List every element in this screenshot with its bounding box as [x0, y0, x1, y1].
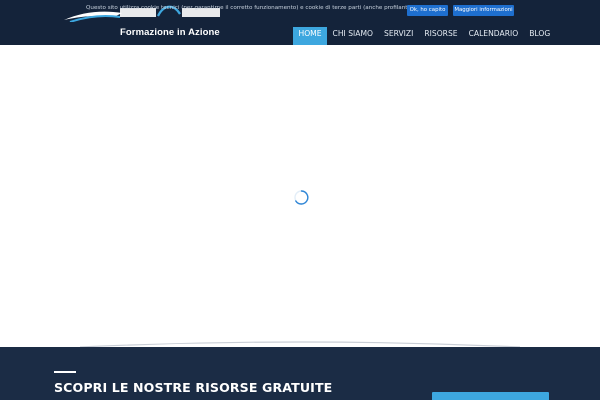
- resources-section-title: SCOPRI LE NOSTRE RISORSE GRATUITE: [54, 380, 333, 395]
- spinner-icon: [294, 190, 309, 205]
- nav-item-servizi[interactable]: SERVIZI: [379, 27, 419, 45]
- cookie-banner-text: Questo sito utilizza cookie tecnici (per…: [86, 5, 412, 11]
- section-accent-line: [54, 371, 76, 373]
- nav-item-blog[interactable]: BLOG: [524, 27, 556, 45]
- site-header: Formazione in Azione Questo sito utilizz…: [0, 0, 600, 45]
- resources-section: SCOPRI LE NOSTRE RISORSE GRATUITE: [0, 347, 600, 400]
- nav-item-risorse[interactable]: RISORSE: [419, 27, 463, 45]
- nav-item-home[interactable]: HOME: [293, 27, 328, 45]
- main-navigation: HOME CHI SIAMO SERVIZI RISORSE CALENDARI…: [293, 27, 556, 45]
- cookie-more-info-button[interactable]: Maggiori informazioni: [453, 5, 514, 16]
- logo-tagline: Formazione in Azione: [120, 27, 220, 38]
- nav-item-chi-siamo[interactable]: CHI SIAMO: [327, 27, 378, 45]
- resources-cta-button[interactable]: [432, 392, 549, 400]
- cookie-accept-button[interactable]: Ok, ho capito: [407, 5, 448, 16]
- cookie-banner: Questo sito utilizza cookie tecnici (per…: [0, 2, 600, 18]
- nav-item-calendario[interactable]: CALENDARIO: [463, 27, 524, 45]
